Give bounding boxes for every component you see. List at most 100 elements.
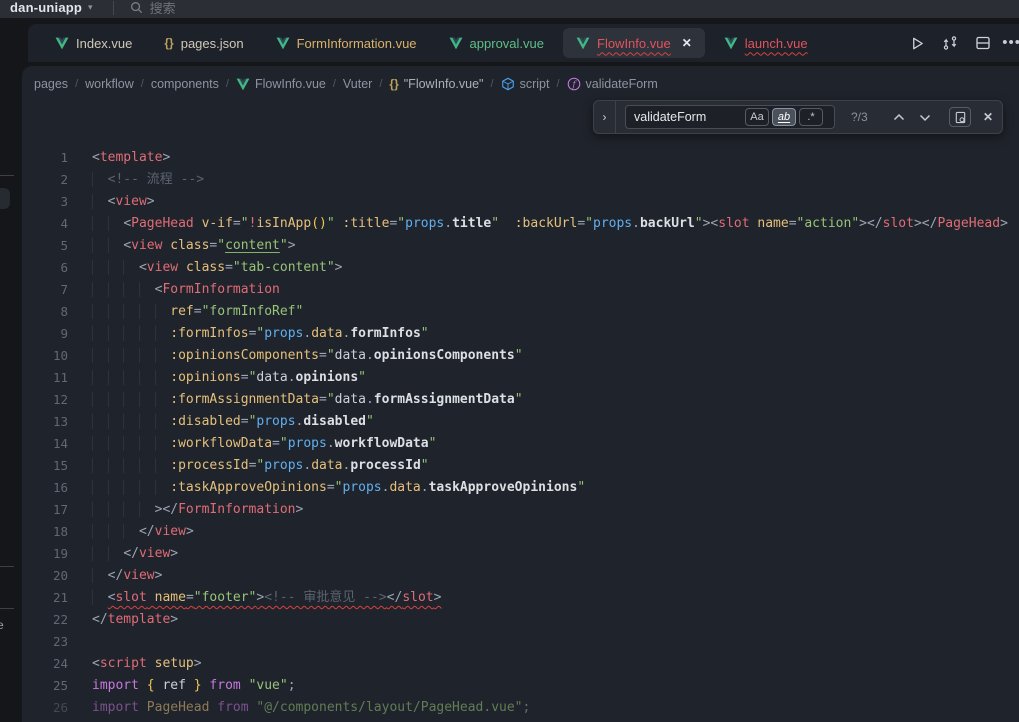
braces-icon: {} (389, 77, 398, 91)
next-match-icon[interactable] (919, 113, 931, 122)
line-number: 14 (22, 433, 68, 455)
breadcrumb-label: "FlowInfo.vue" (404, 77, 484, 91)
code-line-content: :workflowData="props.workflowData" (92, 433, 436, 455)
editor-tab[interactable]: launch.vue (711, 28, 821, 58)
editor-tabs: Index.vue {}pages.jsonFormInformation.vue… (42, 28, 821, 58)
line-number: 18 (22, 521, 68, 543)
vue-icon (236, 78, 250, 91)
line-number: 11 (22, 367, 68, 389)
line-number: 5 (22, 235, 68, 257)
code-line[interactable]: 9 :formInfos="props.data.formInfos" (22, 323, 1019, 345)
code-line[interactable]: 15 :processId="props.data.processId" (22, 455, 1019, 477)
code-line-content: :processId="props.data.processId" (92, 455, 429, 477)
breadcrumb-item[interactable]: components (151, 77, 219, 91)
line-number: 12 (22, 389, 68, 411)
code-line[interactable]: 2 <!-- 流程 --> (22, 169, 1019, 191)
editor-tab[interactable]: Index.vue (42, 28, 145, 58)
editor-tab[interactable]: FlowInfo.vue ✕ (563, 28, 705, 58)
code-line[interactable]: 26import PageHead from "@/components/lay… (22, 697, 1019, 719)
line-number: 16 (22, 477, 68, 499)
code-line[interactable]: 11 :opinions="data.opinions" (22, 367, 1019, 389)
code-line[interactable]: 12 :formAssignmentData="data.formAssignm… (22, 389, 1019, 411)
code-line[interactable]: 7 <FormInformation (22, 279, 1019, 301)
line-number: 10 (22, 345, 68, 367)
code-line[interactable]: 20 </view> (22, 565, 1019, 587)
code-line[interactable]: 8 ref="formInfoRef" (22, 301, 1019, 323)
editor-pane: pages/workflow/components/FlowInfo.vue/V… (22, 66, 1019, 722)
tab-label: Index.vue (76, 36, 132, 51)
code-line[interactable]: 13 :disabled="props.disabled" (22, 411, 1019, 433)
toggle-replace-icon[interactable]: › (594, 101, 616, 133)
breadcrumb-label: validateForm (586, 77, 658, 91)
split-editor-icon[interactable] (975, 35, 991, 51)
code-line[interactable]: 25 import { ref } from "vue"; (22, 675, 1019, 697)
code-line[interactable]: 3 <view> (22, 191, 1019, 213)
code-line[interactable]: 5 <view class="content"> (22, 235, 1019, 257)
code-line[interactable]: 14 :workflowData="props.workflowData" (22, 433, 1019, 455)
breadcrumb-item[interactable]: FlowInfo.vue (236, 77, 326, 91)
editor-tab[interactable]: {}pages.json (151, 28, 256, 58)
sidebar-divider (0, 175, 14, 176)
line-number: 24 (22, 653, 68, 675)
tab-label: FlowInfo.vue (597, 36, 671, 51)
line-number: 9 (22, 323, 68, 345)
code-line[interactable]: 24<script setup> (22, 653, 1019, 675)
vue-icon (576, 37, 590, 50)
close-tab-icon[interactable]: ✕ (682, 36, 692, 50)
code-line[interactable]: 17 ></FormInformation> (22, 499, 1019, 521)
compare-changes-icon[interactable] (942, 35, 958, 51)
function-icon: f (567, 77, 581, 91)
match-case-toggle[interactable]: Aa (745, 108, 769, 126)
code-line[interactable]: 19 </view> (22, 543, 1019, 565)
global-search[interactable]: 搜索 (130, 0, 176, 17)
regex-toggle[interactable]: .* (799, 108, 823, 126)
code-line[interactable]: 10 :opinionsComponents="data.opinionsCom… (22, 345, 1019, 367)
code-line[interactable]: 22</template> (22, 609, 1019, 631)
breadcrumb-separator: / (141, 78, 144, 90)
breadcrumb-separator: / (226, 78, 229, 90)
line-number: 22 (22, 609, 68, 631)
code-line-content: ref="formInfoRef" (92, 301, 303, 323)
code-line[interactable]: 6 <view class="tab-content"> (22, 257, 1019, 279)
find-input[interactable] (634, 110, 742, 124)
code-line-content: <!-- 流程 --> (92, 169, 204, 191)
code-line[interactable]: 18 </view> (22, 521, 1019, 543)
breadcrumb-item[interactable]: {} "FlowInfo.vue" (389, 77, 483, 91)
search-icon (130, 1, 143, 14)
more-actions-icon[interactable]: ••• (1002, 34, 1019, 51)
divider (113, 1, 114, 15)
code-line-content: <view> (92, 191, 155, 213)
code-line[interactable]: 21 <slot name="footer"><!-- 审批意见 --></sl… (22, 587, 1019, 609)
chevron-down-icon[interactable]: ▾ (88, 2, 93, 13)
line-number: 7 (22, 279, 68, 301)
code-line-content: <slot name="footer"><!-- 审批意见 --></slot> (92, 587, 441, 609)
sidebar-item-partial[interactable] (0, 188, 10, 209)
find-in-selection-button[interactable] (949, 107, 971, 127)
previous-match-icon[interactable] (893, 113, 905, 122)
line-number: 15 (22, 455, 68, 477)
breadcrumb-separator: / (75, 78, 78, 90)
breadcrumb-item[interactable]: workflow (85, 77, 134, 91)
whole-word-toggle[interactable]: ab (772, 108, 796, 126)
run-icon[interactable] (910, 36, 925, 51)
breadcrumb-item[interactable]: f validateForm (567, 77, 658, 91)
breadcrumb-item[interactable]: Vuter (343, 77, 372, 91)
code-line[interactable]: 1<template> (22, 147, 1019, 169)
code-editor[interactable]: 1<template>2 <!-- 流程 -->3 <view>4 <PageH… (22, 147, 1019, 719)
editor-tab[interactable]: approval.vue (436, 28, 557, 58)
find-nav (893, 107, 971, 127)
close-find-icon[interactable]: ✕ (983, 110, 993, 124)
code-line-content: <view class="tab-content"> (92, 257, 342, 279)
code-line[interactable]: 23 (22, 631, 1019, 653)
line-number: 25 (22, 675, 68, 697)
breadcrumb-item[interactable]: pages (34, 77, 68, 91)
editor-tab[interactable]: FormInformation.vue (263, 28, 430, 58)
code-line-content: import { ref } from "vue"; (92, 675, 296, 697)
match-count: ?/3 (851, 110, 883, 124)
project-name[interactable]: dan-uniapp (10, 0, 82, 15)
breadcrumb: pages/workflow/components/FlowInfo.vue/V… (22, 66, 1019, 94)
code-line[interactable]: 4 <PageHead v-if="!isInApp()" :title="pr… (22, 213, 1019, 235)
breadcrumb-item[interactable]: script (501, 77, 550, 91)
code-line[interactable]: 16 :taskApproveOpinions="props.data.task… (22, 477, 1019, 499)
code-line-content: <view class="content"> (92, 235, 296, 257)
